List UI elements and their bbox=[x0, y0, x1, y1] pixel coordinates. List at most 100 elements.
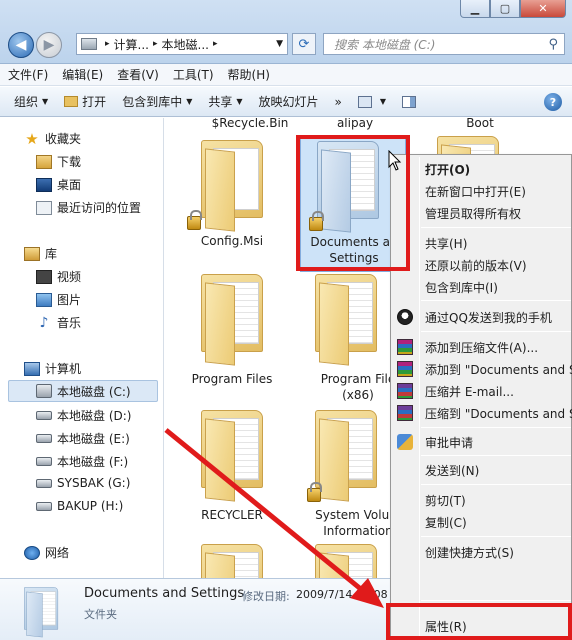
menu-item-include-library[interactable]: 包含到库中(I) bbox=[391, 276, 572, 298]
music-note-icon: ♪ bbox=[39, 314, 49, 331]
address-bar[interactable]: ▸ 计算... ▸ 本地磁... ▸ ▼ bbox=[76, 33, 288, 55]
menu-item-qq-send[interactable]: 通过QQ发送到我的手机 bbox=[391, 306, 572, 328]
drive-icon bbox=[36, 411, 52, 420]
menu-edit[interactable]: 编辑(E) bbox=[62, 66, 103, 83]
menu-tools[interactable]: 工具(T) bbox=[173, 66, 214, 83]
menu-separator bbox=[421, 536, 571, 537]
menu-item-open[interactable]: 打开(O) bbox=[391, 158, 572, 180]
folder-label: $Recycle.Bin bbox=[211, 118, 289, 130]
minimize-button[interactable]: ▁ bbox=[460, 0, 490, 18]
sidebar-item-music[interactable]: ♪ 音乐 bbox=[36, 314, 81, 331]
view-icon bbox=[357, 95, 372, 108]
chevron-down-icon[interactable]: ▼ bbox=[276, 39, 283, 49]
breadcrumb-local-disk[interactable]: 本地磁... bbox=[162, 36, 209, 53]
share-button[interactable]: 共享 ▼ bbox=[208, 93, 242, 110]
chevron-down-icon: ▼ bbox=[379, 97, 387, 106]
sidebar-item-label: BAKUP (H:) bbox=[57, 499, 124, 513]
sidebar-item-label: 视频 bbox=[57, 270, 82, 284]
menu-item-open-new-window[interactable]: 在新窗口中打开(E) bbox=[391, 180, 572, 202]
sidebar-item-recent[interactable]: 最近访问的位置 bbox=[36, 199, 141, 216]
forward-button[interactable]: ▶ bbox=[36, 32, 62, 58]
search-input[interactable]: 搜索 本地磁盘 (C:) ⚲ bbox=[323, 33, 565, 55]
sidebar-item-drive-c[interactable]: 本地磁盘 (C:) bbox=[8, 380, 158, 402]
sidebar-item-label: 收藏夹 bbox=[45, 132, 82, 146]
winrar-icon bbox=[397, 405, 413, 421]
chevron-right-icon: ▸ bbox=[212, 39, 218, 49]
menu-item-add-to-named-archive[interactable]: 添加到 "Documents and S bbox=[391, 358, 572, 380]
menu-view[interactable]: 查看(V) bbox=[117, 66, 159, 83]
lock-icon bbox=[307, 482, 322, 502]
view-options-button[interactable]: ▼ bbox=[357, 95, 387, 108]
chevron-right-icon: ▸ bbox=[152, 39, 158, 49]
menu-item-compress-email[interactable]: 压缩并 E-mail... bbox=[391, 380, 572, 402]
sidebar-item-label: 桌面 bbox=[57, 178, 82, 192]
menu-separator bbox=[421, 484, 571, 485]
drive-icon bbox=[81, 38, 97, 50]
folder-recycler[interactable]: RECYCLER bbox=[179, 410, 285, 534]
organize-button[interactable]: 组织 ▼ bbox=[14, 93, 48, 110]
slideshow-button[interactable]: 放映幻灯片 bbox=[259, 93, 319, 110]
menu-item-label: 添加到 "Documents and S bbox=[425, 362, 572, 377]
folder-program-files[interactable]: Program Files bbox=[179, 274, 285, 398]
menu-item-add-archive[interactable]: 添加到压缩文件(A)... bbox=[391, 336, 572, 358]
menu-item-create-shortcut[interactable]: 创建快捷方式(S) bbox=[391, 541, 572, 563]
sidebar-item-network[interactable]: 网络 bbox=[24, 544, 69, 561]
sidebar-item-libraries[interactable]: 库 bbox=[24, 245, 57, 262]
sidebar-item-desktop[interactable]: 桌面 bbox=[36, 176, 81, 193]
menu-item-cut[interactable]: 剪切(T) bbox=[391, 489, 572, 511]
drive-icon bbox=[36, 501, 52, 511]
drive-icon bbox=[36, 434, 52, 443]
menu-file[interactable]: 文件(F) bbox=[8, 66, 48, 83]
folder-alipay[interactable]: alipay bbox=[300, 118, 410, 130]
details-type: 文件夹 bbox=[84, 608, 117, 621]
highlight-box-properties bbox=[386, 603, 572, 640]
breadcrumb-computer[interactable]: 计算... bbox=[114, 36, 149, 53]
refresh-button[interactable]: ⟳ bbox=[292, 33, 316, 55]
sidebar-item-drive-d[interactable]: 本地磁盘 (D:) bbox=[36, 407, 131, 424]
menu-item-approve[interactable]: 审批申请 bbox=[391, 431, 572, 453]
menu-item-send-to[interactable]: 发送到(N) bbox=[391, 459, 572, 481]
maximize-button[interactable]: ▢ bbox=[490, 0, 520, 18]
sidebar-item-pictures[interactable]: 图片 bbox=[36, 291, 81, 308]
open-button[interactable]: 打开 bbox=[64, 93, 106, 110]
more-button[interactable]: » bbox=[335, 95, 342, 109]
menu-help[interactable]: 帮助(H) bbox=[228, 66, 270, 83]
menu-separator bbox=[421, 300, 571, 301]
back-button[interactable]: ◀ bbox=[8, 32, 34, 58]
menu-item-label: 还原以前的版本(V) bbox=[425, 258, 527, 273]
sidebar-item-drive-f[interactable]: 本地磁盘 (F:) bbox=[36, 453, 128, 470]
sidebar-item-label: 最近访问的位置 bbox=[57, 201, 142, 215]
menu-item-compress-to[interactable]: 压缩到 "Documents and S bbox=[391, 402, 572, 424]
close-button[interactable]: ✕ bbox=[520, 0, 566, 18]
sidebar-item-computer[interactable]: 计算机 bbox=[24, 360, 81, 377]
sidebar-item-drive-e[interactable]: 本地磁盘 (E:) bbox=[36, 430, 130, 447]
search-icon[interactable]: ⚲ bbox=[548, 37, 558, 52]
folder-label: RECYCLER bbox=[201, 508, 263, 522]
menu-item-restore-versions[interactable]: 还原以前的版本(V) bbox=[391, 254, 572, 276]
winrar-icon bbox=[397, 383, 413, 399]
preview-pane-button[interactable] bbox=[402, 95, 417, 108]
menu-item-label: 管理员取得所有权 bbox=[425, 206, 522, 221]
menu-item-label: 压缩并 E-mail... bbox=[425, 384, 514, 399]
menu-item-label: 创建快捷方式(S) bbox=[425, 545, 514, 560]
sidebar-item-video[interactable]: 视频 bbox=[36, 268, 81, 285]
sidebar-item-label: 网络 bbox=[45, 546, 70, 560]
menu-bar: 文件(F) 编辑(E) 查看(V) 工具(T) 帮助(H) bbox=[0, 64, 572, 86]
folder-boot[interactable]: Boot bbox=[425, 118, 535, 130]
menu-item-take-ownership[interactable]: 管理员取得所有权 bbox=[391, 202, 572, 224]
help-button[interactable]: ? bbox=[544, 93, 562, 111]
folder-recycle-bin[interactable]: $Recycle.Bin bbox=[195, 118, 305, 130]
window-controls: ▁ ▢ ✕ bbox=[460, 0, 566, 18]
sidebar-item-drive-h[interactable]: BAKUP (H:) bbox=[36, 499, 123, 513]
sidebar-item-downloads[interactable]: 下载 bbox=[36, 153, 81, 170]
winrar-icon bbox=[397, 361, 413, 377]
folder-config-msi[interactable]: Config.Msi bbox=[179, 136, 285, 270]
menu-item-copy[interactable]: 复制(C) bbox=[391, 511, 572, 533]
sidebar-item-favorites[interactable]: ★ 收藏夹 bbox=[24, 130, 81, 147]
folder-open-icon bbox=[64, 96, 79, 107]
open-label: 打开 bbox=[82, 95, 107, 109]
menu-item-share[interactable]: 共享(H) bbox=[391, 232, 572, 254]
chevron-right-icon: ▸ bbox=[105, 39, 110, 49]
sidebar-item-drive-g[interactable]: SYSBAK (G:) bbox=[36, 476, 130, 490]
include-in-library-button[interactable]: 包含到库中 ▼ bbox=[122, 93, 192, 110]
